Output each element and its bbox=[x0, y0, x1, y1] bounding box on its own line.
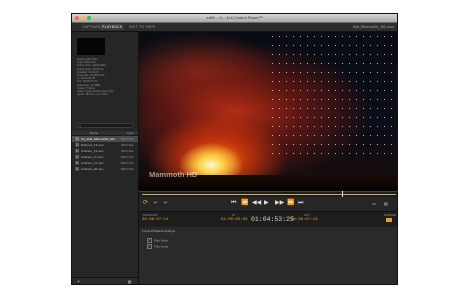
file-name: Ambient_18.mov bbox=[81, 167, 104, 171]
play-button[interactable]: ▶ bbox=[264, 200, 269, 207]
clip-icon: ⛓ bbox=[75, 167, 80, 171]
clip-icon: ⛓ bbox=[75, 155, 80, 159]
in-label: IN bbox=[232, 213, 235, 217]
window-title: edit1 – 0 – 4x4 Control Room™ bbox=[206, 15, 263, 20]
go-to-end-button[interactable]: ⏭ bbox=[298, 200, 303, 207]
play-audio-label: Play Audio bbox=[154, 244, 169, 249]
sidebar-footer: + 🗑 bbox=[72, 277, 138, 284]
search-icon: Q bbox=[79, 124, 82, 128]
loop-icon[interactable]: ⟳ bbox=[143, 200, 148, 207]
duration-value: 00:06:07:14 bbox=[142, 218, 169, 222]
delete-icon[interactable]: 🗑 bbox=[127, 280, 132, 284]
marker-icon[interactable] bbox=[386, 218, 392, 222]
play-video-label: Play Video bbox=[154, 238, 169, 243]
clip-thumbnail bbox=[77, 38, 105, 55]
duration-label: DURATION bbox=[143, 213, 158, 217]
clip-icon: ⛓ bbox=[75, 161, 80, 165]
video-stars bbox=[269, 32, 397, 162]
timecode-bar: DURATION 00:06:07:14 IN 01:00:00:00 01:0… bbox=[139, 211, 397, 228]
playback-settings-panel: ▾ Auto Playback Settings ✓ Play Video ✓ Pl… bbox=[139, 227, 397, 284]
checkbox-icon[interactable]: ✓ bbox=[147, 238, 152, 243]
clip-icon: ⛓ bbox=[75, 137, 80, 141]
scrubber-track bbox=[142, 194, 396, 195]
file-row[interactable]: ⛓ Ambient_18.mov MOV File bbox=[72, 166, 138, 172]
playback-settings-header[interactable]: ▾ Auto Playback Settings bbox=[142, 229, 175, 233]
mode-toolbar: CAPTURE PLAYBACK EDIT TO TAPE Edit_Ether… bbox=[72, 23, 397, 32]
clip-icon: ⛓ bbox=[75, 143, 80, 147]
rewind-button[interactable]: ⏪ bbox=[241, 200, 248, 207]
fast-forward-button[interactable]: ⏩ bbox=[287, 200, 294, 207]
add-clip-button[interactable]: + bbox=[77, 279, 80, 284]
app-window: edit1 – 0 – 4x4 Control Room™ CAPTURE PL… bbox=[71, 13, 398, 285]
video-viewer[interactable]: Mammoth HD bbox=[139, 32, 397, 191]
search-input[interactable]: Q bbox=[76, 123, 134, 128]
mark-out-icon[interactable]: ⌐ bbox=[164, 200, 168, 207]
transport-controls: ⟳ ⌐ ⌐ ⏮ ⏪ ◀◀ ▶ ▶▶ ⏩ ⏭ ▭ ▤ bbox=[139, 197, 397, 211]
settings-icon[interactable]: ▤ bbox=[384, 200, 388, 207]
go-to-start-button[interactable]: ⏮ bbox=[231, 200, 236, 207]
title-bar: edit1 – 0 – 4x4 Control Room™ bbox=[72, 14, 397, 23]
play-video-option[interactable]: ✓ Play Video bbox=[147, 238, 168, 243]
tab-playback[interactable]: PLAYBACK bbox=[100, 24, 125, 30]
clip-metadata: Name: Edit Video Type: MOV File Frame Si… bbox=[77, 58, 137, 96]
step-back-button[interactable]: ◀◀ bbox=[252, 200, 261, 207]
metadata-line: Audio: 48 kHz, 2 ch, 16bit bbox=[77, 93, 108, 97]
file-list: ⛓ Sty_Edit_Ethernet01_MC... MOV File ⛓ E… bbox=[72, 136, 138, 172]
current-file-label: Edit_Ethernet01_MC.mov bbox=[352, 25, 394, 29]
tab-edit-to-tape[interactable]: EDIT TO TAPE bbox=[127, 25, 157, 29]
video-watermark: Mammoth HD bbox=[149, 170, 198, 179]
checkbox-icon[interactable]: ✓ bbox=[147, 244, 152, 249]
current-timecode: 01:04:53:25 bbox=[251, 216, 294, 223]
out-value[interactable]: 00:06:07:13 bbox=[291, 218, 317, 222]
step-forward-button[interactable]: ▶▶ bbox=[275, 200, 284, 207]
play-audio-option[interactable]: ✓ Play Audio bbox=[147, 244, 168, 249]
mark-in-icon[interactable]: ⌐ bbox=[154, 200, 158, 207]
out-label: OUT bbox=[304, 213, 310, 217]
clip-icon: ⛓ bbox=[75, 149, 80, 153]
marker-label: MARKER bbox=[384, 213, 396, 217]
in-value[interactable]: 01:00:00:00 bbox=[221, 218, 247, 222]
file-type: MOV File bbox=[121, 167, 134, 171]
sidebar: Name: Edit Video Type: MOV File Frame Si… bbox=[72, 32, 139, 284]
view-option-icon[interactable]: ▭ bbox=[372, 200, 376, 207]
